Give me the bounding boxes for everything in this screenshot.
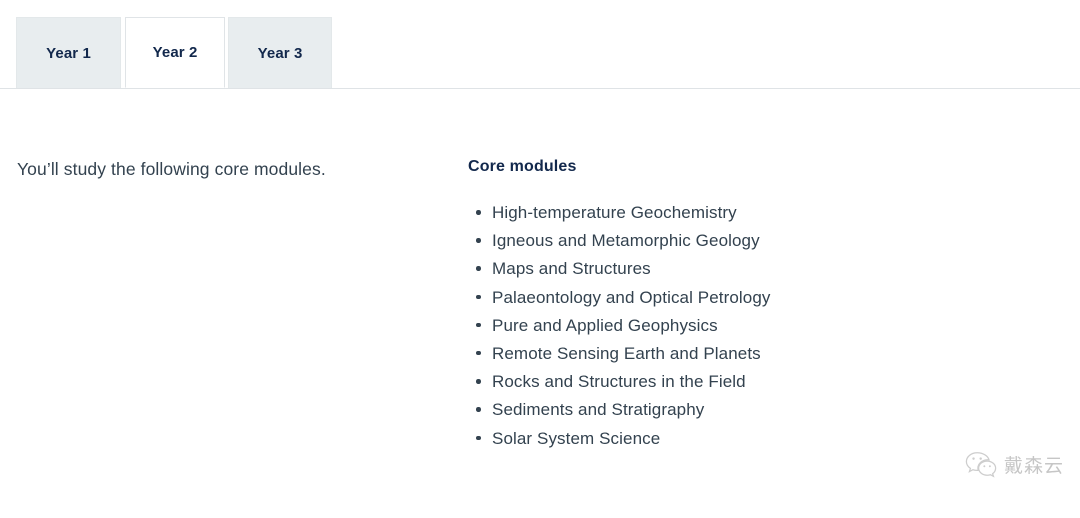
list-item: Solar System Science <box>468 428 988 449</box>
list-item: Palaeontology and Optical Petrology <box>468 287 988 308</box>
tab-label: Year 1 <box>46 44 91 62</box>
core-modules-section: Core modules High-temperature Geochemist… <box>468 156 988 456</box>
tab-year-2[interactable]: Year 2 <box>125 17 225 88</box>
bullet-icon <box>476 266 481 271</box>
tab-label: Year 3 <box>257 44 303 62</box>
bullet-icon <box>476 379 481 384</box>
tab-year-3[interactable]: Year 3 <box>228 17 332 88</box>
core-modules-list: High-temperature Geochemistry Igneous an… <box>468 202 988 449</box>
tab-panel-year-2: You’ll study the following core modules.… <box>0 90 1080 518</box>
list-item-label: Sediments and Stratigraphy <box>492 400 705 420</box>
list-item-label: Igneous and Metamorphic Geology <box>492 231 760 251</box>
bullet-icon <box>476 238 481 243</box>
intro-paragraph: You’ll study the following core modules. <box>17 159 326 179</box>
bullet-icon <box>476 407 481 412</box>
list-item: Sediments and Stratigraphy <box>468 399 988 420</box>
list-item: High-temperature Geochemistry <box>468 202 988 223</box>
list-item: Igneous and Metamorphic Geology <box>468 230 988 251</box>
list-item-label: Remote Sensing Earth and Planets <box>492 343 761 363</box>
list-item-label: High-temperature Geochemistry <box>492 203 737 222</box>
tab-year-1[interactable]: Year 1 <box>16 17 121 88</box>
tab-bar-divider <box>0 88 1080 89</box>
list-item: Remote Sensing Earth and Planets <box>468 343 988 364</box>
list-item-label: Solar System Science <box>492 428 661 448</box>
list-item-label: Maps and Structures <box>492 259 651 279</box>
bullet-icon <box>476 210 481 215</box>
list-item-label: Pure and Applied Geophysics <box>492 315 718 335</box>
bullet-icon <box>476 435 481 440</box>
list-item: Pure and Applied Geophysics <box>468 315 988 336</box>
list-item: Rocks and Structures in the Field <box>468 371 988 392</box>
core-modules-heading: Core modules <box>468 158 577 175</box>
bullet-icon <box>476 322 481 328</box>
list-item: Maps and Structures <box>468 258 988 279</box>
bullet-icon <box>476 350 481 356</box>
tab-label: Year 2 <box>152 44 198 61</box>
tab-bar: Year 1 Year 2 Year 3 <box>0 0 1080 90</box>
list-item-label: Rocks and Structures in the Field <box>492 372 746 392</box>
list-item-label: Palaeontology and Optical Petrology <box>492 287 771 307</box>
bullet-icon <box>476 294 481 300</box>
